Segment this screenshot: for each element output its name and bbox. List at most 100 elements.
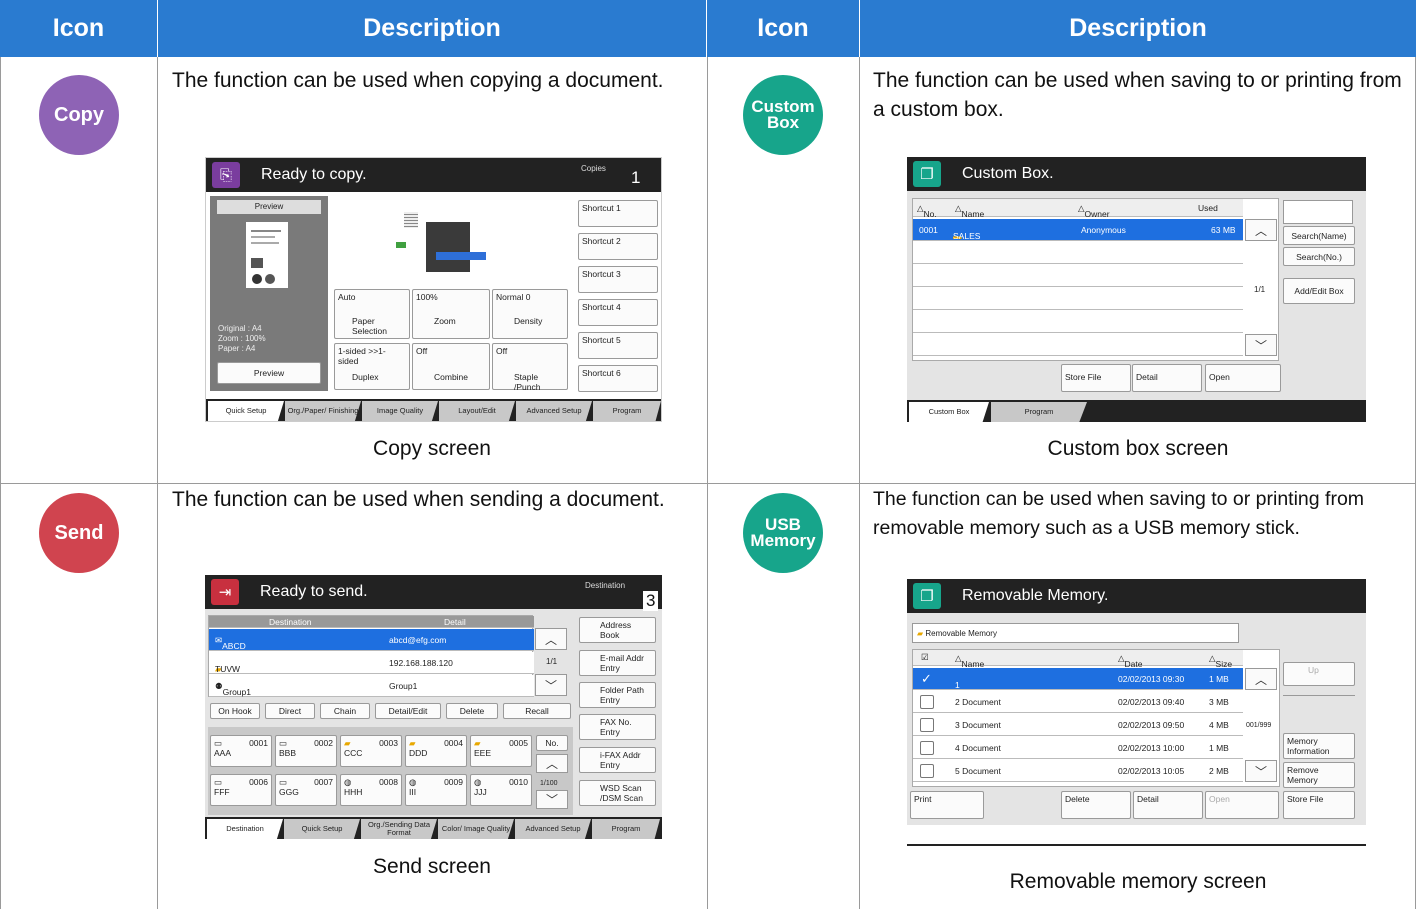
detail-edit-button[interactable]: Detail/Edit: [375, 703, 441, 719]
tab-sending-data-format[interactable]: Org./Sending Data Format: [361, 819, 437, 839]
page: { "headers":{"icon1":"Icon","desc1":"Des…: [0, 0, 1416, 909]
recall-button[interactable]: Recall: [503, 703, 571, 719]
density-button[interactable]: Normal 0 Density: [492, 289, 568, 339]
copy-description: The function can be used when copying a …: [172, 69, 664, 92]
custom-box-tab-bar: Custom Box Program: [907, 400, 1366, 422]
shortcut-5-button[interactable]: Shortcut 5: [578, 332, 658, 359]
wsd-scan-button[interactable]: WSD Scan /DSM Scan: [579, 780, 656, 806]
one-touch-key[interactable]: 0010 ◍ JJJ: [470, 774, 532, 806]
destination-count-label: Destination: [585, 581, 626, 590]
destination-row[interactable]: ⚉ Group1 Group1: [209, 675, 534, 697]
one-touch-key[interactable]: 0009 ◍ III: [405, 774, 467, 806]
scroll-down-button[interactable]: ﹀: [1245, 760, 1277, 782]
scroll-up-button[interactable]: ︿: [1245, 668, 1277, 690]
tab-quick-setup[interactable]: Quick Setup: [284, 819, 360, 839]
header-description-2: Description: [860, 0, 1416, 57]
scroll-up-button[interactable]: ︿: [535, 628, 567, 650]
tab-program[interactable]: Program: [593, 401, 661, 421]
shortcut-4-button[interactable]: Shortcut 4: [578, 299, 658, 326]
delete-button[interactable]: Delete: [446, 703, 498, 719]
send-caption: Send screen: [373, 855, 491, 878]
tab-layout-edit[interactable]: Layout/Edit: [439, 401, 515, 421]
tab-destination[interactable]: Destination: [207, 819, 283, 839]
delete-button[interactable]: Delete: [1061, 791, 1131, 819]
tab-image-quality[interactable]: Color/ Image Quality: [438, 819, 514, 839]
staple-punch-button[interactable]: Off Staple /Punch: [492, 343, 568, 392]
ifax-entry-button[interactable]: i-FAX Addr Entry: [579, 747, 656, 773]
preview-thumbnail: [246, 222, 288, 288]
one-touch-key[interactable]: 0005 ▰ EEE: [470, 735, 532, 767]
memory-information-button[interactable]: Memory Information: [1283, 733, 1355, 759]
email-entry-button[interactable]: E-mail Addr Entry: [579, 650, 656, 676]
open-button[interactable]: Open: [1205, 364, 1281, 392]
custom-box-description: The function can be used when saving to …: [873, 69, 1402, 121]
on-hook-button[interactable]: On Hook: [210, 703, 260, 719]
detail-button[interactable]: Detail: [1133, 791, 1203, 819]
send-description: The function can be used when sending a …: [172, 488, 665, 511]
file-row[interactable]: 4 Document 02/02/2013 10:00 1 MB: [913, 737, 1243, 759]
copy-titlebar: ⎘ Ready to copy. Copies 1: [206, 158, 661, 192]
add-edit-box-button[interactable]: Add/Edit Box: [1283, 278, 1355, 304]
file-row[interactable]: 3 Document 02/02/2013 09:50 4 MB: [913, 714, 1243, 736]
store-file-button[interactable]: Store File: [1283, 791, 1355, 819]
tab-advanced-setup[interactable]: Advanced Setup: [516, 401, 592, 421]
one-touch-key[interactable]: 0002 ▭ BBB: [275, 735, 337, 767]
store-file-button[interactable]: Store File: [1061, 364, 1131, 392]
one-touch-key[interactable]: 0001 ▭ AAA: [210, 735, 272, 767]
shortcut-1-button[interactable]: Shortcut 1: [578, 200, 658, 227]
chain-button[interactable]: Chain: [320, 703, 370, 719]
one-touch-key[interactable]: 0006 ▭ FFF: [210, 774, 272, 806]
copy-tab-bar: Quick Setup Org./Paper/ Finishing Image …: [206, 399, 661, 421]
one-touch-key[interactable]: 0004 ▰ DDD: [405, 735, 467, 767]
tab-advanced-setup[interactable]: Advanced Setup: [515, 819, 591, 839]
file-row[interactable]: 2 Document 02/02/2013 09:40 3 MB: [913, 691, 1243, 713]
tab-quick-setup[interactable]: Quick Setup: [208, 401, 284, 421]
remove-memory-button[interactable]: Remove Memory: [1283, 762, 1355, 788]
file-row[interactable]: ✓1 Document02/02/2013 09:301 MB: [913, 668, 1243, 700]
print-button[interactable]: Print: [910, 791, 984, 819]
destination-count-bg: 3: [643, 591, 659, 611]
box-mode-icon: ❐: [913, 161, 941, 187]
tab-custom-box[interactable]: Custom Box: [909, 402, 989, 422]
file-row[interactable]: 5 Document 02/02/2013 10:05 2 MB: [913, 760, 1243, 782]
search-no-button[interactable]: Search(No.): [1283, 247, 1355, 266]
address-book-button[interactable]: Address Book: [579, 617, 656, 643]
tab-program[interactable]: Program: [991, 402, 1087, 422]
scroll-up-button[interactable]: ︿: [1245, 219, 1277, 241]
folder-path-entry-button[interactable]: Folder Path Entry: [579, 682, 656, 708]
one-touch-key[interactable]: 0007 ▭ GGG: [275, 774, 337, 806]
search-name-button[interactable]: Search(Name): [1283, 226, 1355, 245]
preview-button[interactable]: Preview: [217, 362, 321, 384]
zoom-button[interactable]: 100% Zoom: [412, 289, 490, 339]
scroll-down-button[interactable]: ﹀: [1245, 334, 1277, 356]
shortcut-6-button[interactable]: Shortcut 6: [578, 365, 658, 392]
box-row[interactable]: 0001 ▬ SALES Anonymous 63 MB: [913, 219, 1243, 241]
book-scroll-up-button[interactable]: ︿: [536, 754, 568, 773]
one-touch-key[interactable]: 0003 ▰ CCC: [340, 735, 402, 767]
duplex-button[interactable]: 1-sided >>1-sided Duplex: [334, 343, 410, 390]
copy-icon: Copy: [39, 75, 119, 155]
destination-row[interactable]: ✉ ABCD abcd@efg.com: [209, 629, 534, 651]
tab-org-paper-finishing[interactable]: Org./Paper/ Finishing: [285, 401, 361, 421]
shortcut-3-button[interactable]: Shortcut 3: [578, 266, 658, 293]
header-icon-2: Icon: [707, 0, 859, 57]
one-touch-key[interactable]: 0008 ◍ HHH: [340, 774, 402, 806]
book-scroll-down-button[interactable]: ﹀: [536, 790, 568, 809]
destination-row[interactable]: ▰ TUVW 192.168.188.120: [209, 652, 534, 674]
usb-caption: Removable memory screen: [1009, 870, 1267, 893]
up-button[interactable]: Up: [1283, 662, 1355, 686]
copy-screen: ⎘ Ready to copy. Copies 1 Preview Origin…: [205, 157, 662, 422]
direct-button[interactable]: Direct: [265, 703, 315, 719]
open-button[interactable]: Open: [1205, 791, 1279, 819]
fax-entry-button[interactable]: FAX No. Entry: [579, 714, 656, 740]
tab-image-quality[interactable]: Image Quality: [362, 401, 438, 421]
number-search-button[interactable]: No.: [536, 735, 568, 751]
shortcut-2-button[interactable]: Shortcut 2: [578, 233, 658, 260]
tab-program[interactable]: Program: [592, 819, 660, 839]
send-titlebar: ⇥ Ready to send. Destination 3: [205, 575, 662, 610]
paper-selection-button[interactable]: Auto Paper Selection: [334, 289, 410, 339]
detail-button[interactable]: Detail: [1132, 364, 1202, 392]
combine-button[interactable]: Off Combine: [412, 343, 490, 390]
search-field[interactable]: [1283, 200, 1353, 224]
scroll-down-button[interactable]: ﹀: [535, 674, 567, 696]
